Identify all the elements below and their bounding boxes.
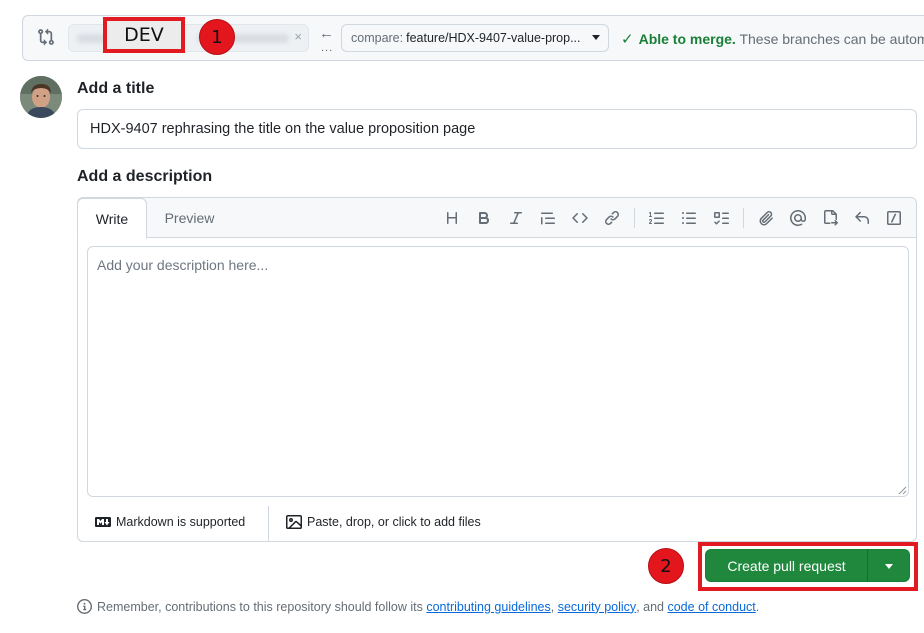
cross-reference-icon[interactable]: [814, 208, 846, 228]
note-separator: , and: [636, 599, 664, 614]
resize-grip-icon[interactable]: [898, 486, 907, 495]
caret-down-icon: [592, 35, 600, 40]
link-icon[interactable]: [596, 208, 628, 228]
markdown-icon: [95, 517, 111, 527]
check-icon: ✓: [621, 31, 634, 48]
arrow-left-icon: ←: [319, 25, 334, 42]
merge-detail-text: These branches can be autom: [739, 31, 924, 47]
toolbar-divider: [634, 208, 635, 228]
code-of-conduct-link[interactable]: code of conduct: [667, 600, 755, 614]
avatar: [20, 76, 62, 118]
compare-branch-select[interactable]: compare: feature/HDX-9407-value-prop...: [341, 24, 609, 52]
attach-icon[interactable]: [750, 208, 782, 228]
markdown-toolbar: [436, 208, 910, 228]
caret-down-icon: [885, 564, 893, 569]
unordered-list-icon[interactable]: [673, 208, 705, 228]
security-policy-link[interactable]: security policy: [558, 600, 637, 614]
reply-icon[interactable]: [846, 208, 878, 228]
bold-icon[interactable]: [468, 208, 500, 228]
merge-status: ✓ Able to merge. These branches can be au…: [621, 30, 924, 48]
quote-icon[interactable]: [532, 208, 564, 228]
create-pull-request-button[interactable]: Create pull request: [705, 549, 868, 582]
description-editor: Write Preview Add your description here.…: [77, 197, 917, 542]
footer-divider: [268, 506, 269, 542]
git-compare-icon: [37, 28, 57, 48]
close-icon: ×: [294, 29, 302, 44]
markdown-supported-link[interactable]: Markdown is supported: [95, 514, 245, 530]
ordered-list-icon[interactable]: [641, 208, 673, 228]
editor-footer: Markdown is supported Paste, drop, or cl…: [78, 506, 916, 542]
attach-files-link[interactable]: Paste, drop, or click to add files: [286, 514, 481, 530]
contribution-note: Remember, contributions to this reposito…: [77, 599, 759, 614]
editor-header: Write Preview: [77, 198, 916, 239]
annotation-badge-2: 2: [648, 548, 684, 584]
heading-icon[interactable]: [436, 208, 468, 228]
contributing-guidelines-link[interactable]: contributing guidelines: [426, 600, 550, 614]
dev-annotation-label: DEV: [103, 17, 185, 53]
compare-prefix: compare:: [351, 31, 404, 45]
compare-branch-name: feature/HDX-9407-value-prop...: [406, 31, 581, 45]
mention-icon[interactable]: [782, 208, 814, 228]
slash-commands-icon[interactable]: [878, 208, 910, 228]
create-options-dropdown[interactable]: [867, 549, 910, 582]
image-icon: [286, 515, 302, 529]
description-label: Add a description: [77, 168, 213, 185]
title-input[interactable]: HDX-9407 rephrasing the title on the val…: [77, 109, 917, 149]
tab-write[interactable]: Write: [77, 198, 147, 239]
note-end: .: [755, 599, 760, 614]
info-icon: [77, 599, 92, 614]
note-separator: ,: [550, 599, 555, 614]
italic-icon[interactable]: [500, 208, 532, 228]
attach-note: Paste, drop, or click to add files: [307, 515, 481, 529]
toolbar-divider: [743, 208, 744, 228]
annotation-badge-1: 1: [199, 19, 235, 55]
task-list-icon[interactable]: [705, 208, 737, 228]
title-label: Add a title: [77, 80, 155, 97]
markdown-note: Markdown is supported: [116, 515, 246, 529]
code-icon[interactable]: [564, 208, 596, 228]
tab-preview[interactable]: Preview: [152, 198, 227, 238]
note-text: Remember, contributions to this reposito…: [97, 599, 423, 614]
merge-ok-text: Able to merge.: [638, 31, 736, 47]
description-textarea[interactable]: Add your description here...: [87, 246, 909, 497]
ellipsis: ...: [321, 42, 334, 54]
